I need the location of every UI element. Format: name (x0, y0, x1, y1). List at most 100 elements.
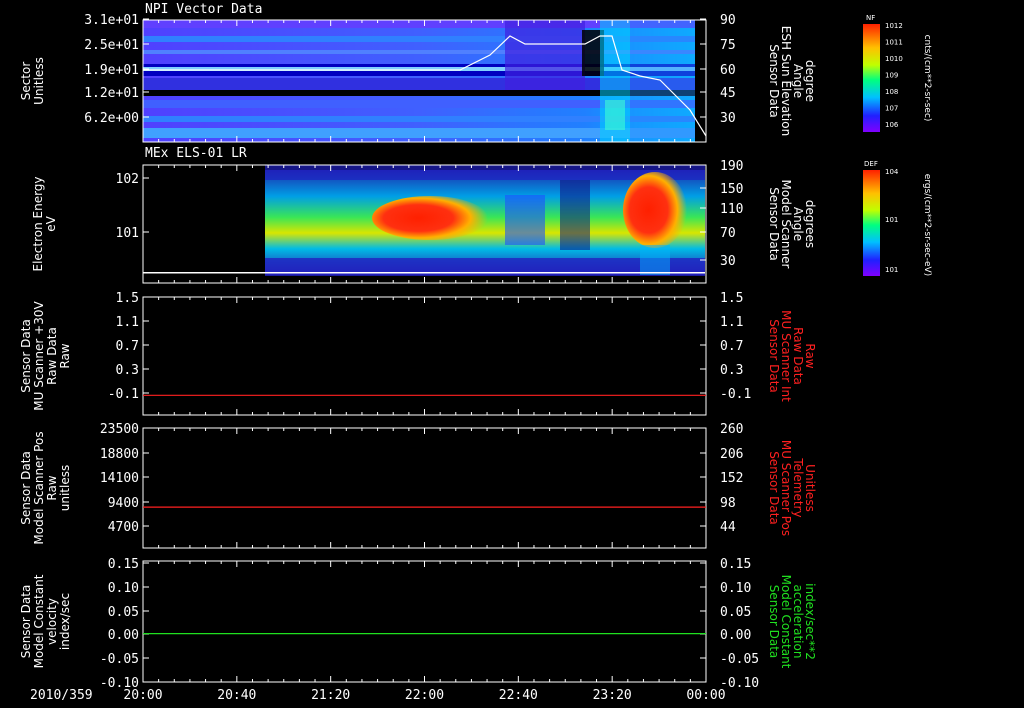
npi-colorbar-tick: 109 (885, 72, 898, 80)
y-tick-label: 23500 (100, 422, 139, 437)
y2-tick-label: 1.5 (720, 291, 743, 306)
y2-axis-label: Sensor Data (767, 451, 781, 525)
y2-tick-label: 0.00 (720, 628, 751, 643)
y-tick-label: 0.7 (116, 339, 139, 354)
y2-tick-label: 0.15 (720, 557, 751, 572)
panel-frame (142, 427, 707, 549)
y2-tick-label: 70 (720, 226, 736, 241)
y-axis-label: Sensor Data (19, 585, 33, 659)
y2-tick-label: 44 (720, 520, 736, 535)
y-tick-label: -0.1 (108, 387, 139, 402)
y-axis-label: Unitless (32, 57, 46, 105)
y2-axis-label: Angle (791, 207, 805, 241)
y2-tick-label: -0.05 (720, 652, 759, 667)
y-axis-label: Raw Data (45, 327, 59, 385)
npi-colorbar-tick: 108 (885, 88, 898, 96)
y-tick-label: 14100 (100, 471, 139, 486)
y2-tick-label: 30 (720, 254, 736, 269)
npi-colorbar (863, 24, 880, 132)
x-tick-label: 22:00 (405, 688, 444, 703)
y2-tick-label: 190 (720, 159, 743, 174)
y2-axis-label: Raw (803, 343, 817, 368)
x-tick-label: 22:40 (499, 688, 538, 703)
y-axis-label: unitless (58, 465, 72, 511)
els-colorbar-label: DEF (864, 160, 878, 168)
y2-axis-label: index/sec**2 (803, 583, 817, 660)
plot-canvas: NF DEF 3.1e+01 2.5e+01 1.9e+01 1.2e+01 6.2e+… (19, 2, 932, 703)
y-axis-label: index/sec (58, 593, 72, 650)
y2-tick-label: 90 (720, 13, 736, 28)
y-axis-label: velocity (45, 598, 59, 645)
y2-axis-label: degrees (803, 200, 817, 248)
y-tick-label: 1.9e+01 (84, 63, 139, 78)
y-tick-label: 1.2e+01 (84, 86, 139, 101)
y-tick-label: 0.10 (108, 581, 139, 596)
x-tick-label: 00:00 (686, 688, 725, 703)
y-axis-label: eV (44, 215, 58, 231)
y2-axis-label: acceleration (791, 585, 805, 659)
y-tick-label: 0.3 (116, 363, 139, 378)
y2-axis-label: Telemetry (791, 457, 805, 517)
els-colorbar-tick: 101 (885, 266, 898, 274)
npi-colorbar-tick: 1011 (885, 39, 903, 47)
y2-axis-label: MU Scanner Pos (779, 440, 793, 536)
y-axis-label: Sector (19, 62, 33, 101)
y-tick-label: 102 (116, 172, 139, 187)
y-tick-label: 0.05 (108, 605, 139, 620)
els-heatmap (143, 165, 705, 276)
y2-axis-label: degree (803, 60, 817, 102)
y2-tick-label: 0.3 (720, 363, 743, 378)
y-tick-label: 0.15 (108, 557, 139, 572)
y2-tick-label: 260 (720, 422, 743, 437)
panel-frame (142, 296, 707, 416)
npi-colorbar-tick: 1010 (885, 55, 903, 63)
y2-tick-label: -0.10 (720, 676, 759, 691)
y-axis-label: Raw (58, 343, 72, 368)
x-tick-label: 21:20 (311, 688, 350, 703)
y2-axis-label: Raw Data (791, 327, 805, 385)
y-tick-label: 6.2e+00 (84, 111, 139, 126)
npi-colorbar-units: cnts/(cm**2-sr-sec) (922, 35, 932, 122)
npi-heatmap (143, 20, 707, 142)
y2-tick-label: 45 (720, 86, 736, 101)
y-axis-label: Model Constant (32, 574, 46, 668)
y2-tick-label: 152 (720, 471, 743, 486)
panel-title: MEx ELS-01 LR (145, 146, 247, 161)
x-date-label: 2010/359 (30, 688, 93, 703)
x-tick-label: 20:00 (123, 688, 162, 703)
y2-tick-label: 0.05 (720, 605, 751, 620)
y2-tick-label: 150 (720, 182, 743, 197)
y-axis-label: MU Scanner +30V (32, 301, 46, 411)
y-tick-label: 0.00 (108, 628, 139, 643)
y2-axis-label: ESH Sun Elevation (779, 26, 793, 136)
y-tick-label: 1.5 (116, 291, 139, 306)
y2-tick-label: -0.1 (720, 387, 751, 402)
y2-axis-label: Sensor Data (767, 585, 781, 659)
y2-axis-label: Angle (791, 64, 805, 98)
y-axis-label: Sensor Data (19, 451, 33, 525)
y2-axis-label: Sensor Data (767, 319, 781, 393)
y2-tick-label: 75 (720, 38, 736, 53)
y2-tick-label: 0.10 (720, 581, 751, 596)
els-colorbar-tick: 101 (885, 216, 898, 224)
npi-colorbar-label: NF (866, 14, 875, 22)
y-tick-label: -0.05 (100, 652, 139, 667)
panel-title: NPI Vector Data (145, 2, 262, 17)
y-axis-label: Model Scanner Pos (32, 431, 46, 544)
els-colorbar-units: ergs/(cm**2-sr-sec-eV) (922, 174, 932, 276)
y-axis-label: Sensor Data (19, 319, 33, 393)
y2-tick-label: 1.1 (720, 315, 743, 330)
npi-colorbar-tick: 1012 (885, 22, 903, 30)
els-colorbar-tick: 104 (885, 168, 899, 176)
panel-frame (142, 560, 707, 683)
y2-tick-label: 30 (720, 111, 736, 126)
y2-axis-label: Model Constant (779, 575, 793, 669)
y-axis-label: Raw (45, 475, 59, 500)
y2-tick-label: 60 (720, 63, 736, 78)
y-tick-label: 3.1e+01 (84, 13, 139, 28)
y2-axis-label: Sensor Data (767, 44, 781, 118)
y2-axis-label: Sensor Data (767, 187, 781, 261)
els-colorbar (863, 170, 880, 276)
y2-tick-label: 110 (720, 202, 743, 217)
y-tick-label: 18800 (100, 447, 139, 462)
